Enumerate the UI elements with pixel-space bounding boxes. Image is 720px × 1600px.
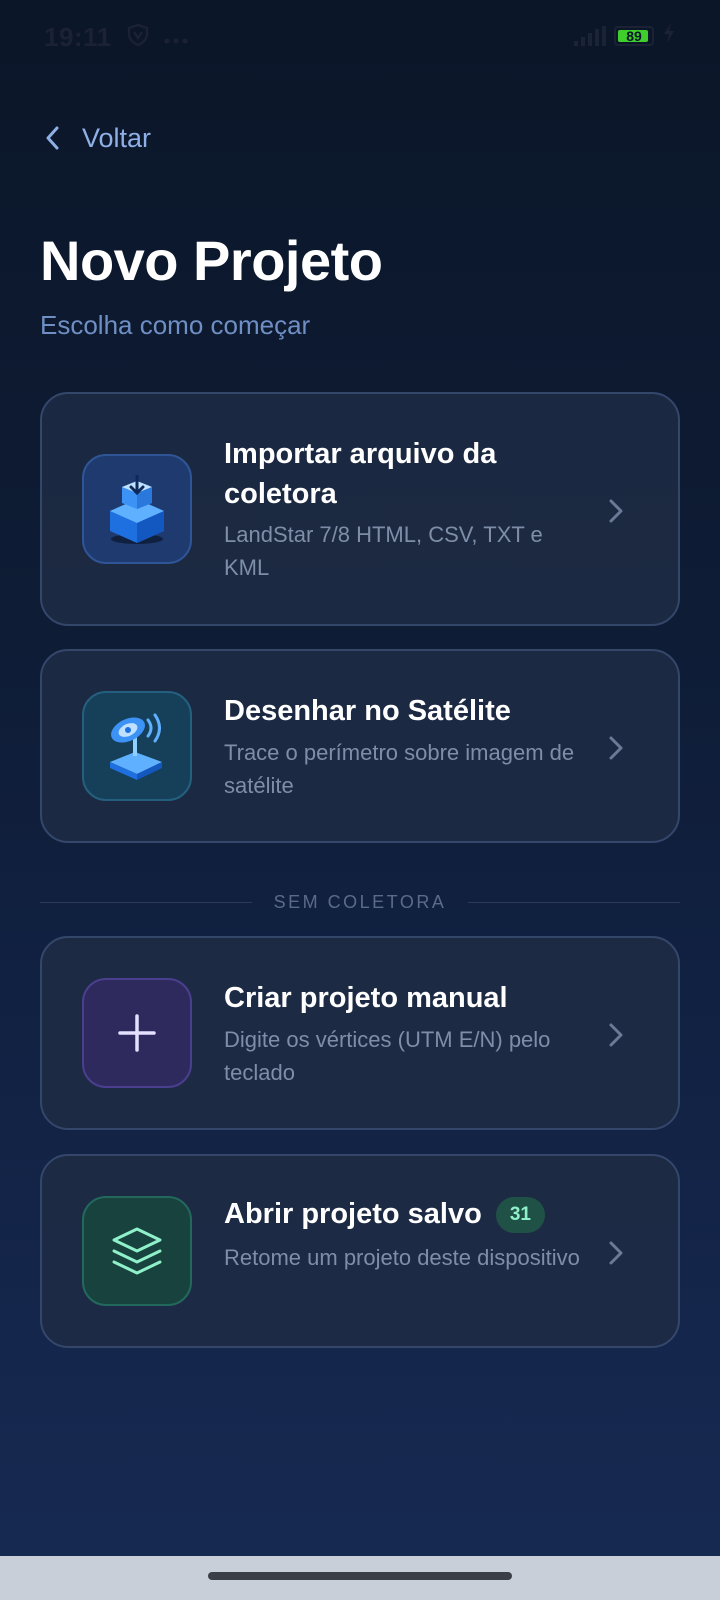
chevron-right-icon — [609, 1023, 623, 1047]
saved-count-badge: 31 — [495, 1197, 545, 1234]
satellite-card-description: Trace o perímetro sobre imagem de satéli… — [224, 740, 575, 798]
import-box-icon — [82, 454, 192, 564]
more-dots-icon — [164, 25, 188, 51]
manual-project-card[interactable]: Criar projeto manual Digite os vértices … — [40, 936, 680, 1130]
manual-card-description: Digite os vértices (UTM E/N) pelo teclad… — [224, 1027, 551, 1085]
back-button[interactable]: Voltar — [44, 122, 151, 154]
plus-icon — [82, 978, 192, 1088]
system-nav-bar — [0, 1556, 720, 1600]
back-label: Voltar — [82, 122, 152, 153]
saved-card-description: Retome um projeto deste dispositivo — [224, 1245, 580, 1270]
status-right: 89 — [574, 22, 676, 49]
chevron-right-icon — [609, 1241, 623, 1265]
status-left: 19:11 — [44, 22, 188, 53]
saved-card-title: Abrir projeto salvo — [224, 1198, 482, 1230]
import-card-description: LandStar 7/8 HTML, CSV, TXT e KML — [224, 522, 543, 580]
vpn-shield-icon — [126, 23, 150, 53]
status-bar: 19:11 89 — [0, 0, 720, 78]
signal-icon — [574, 25, 606, 46]
satellite-draw-card[interactable]: Desenhar no Satélite Trace o perímetro s… — [40, 649, 680, 843]
saved-project-card[interactable]: Abrir projeto salvo 31 Retome um projeto … — [40, 1154, 680, 1348]
battery-level: 89 — [626, 27, 642, 44]
page-subtitle: Escolha como começar — [40, 310, 311, 340]
import-file-card[interactable]: Importar arquivo da coletora LandStar 7/… — [40, 392, 680, 626]
battery-icon: 89 — [614, 25, 654, 46]
charging-bolt-icon — [662, 22, 676, 49]
saved-card-title-row: Abrir projeto salvo 31 — [224, 1194, 584, 1234]
satellite-dish-icon — [82, 691, 192, 801]
chevron-left-icon — [44, 122, 66, 154]
satellite-card-title: Desenhar no Satélite — [224, 695, 511, 727]
manual-card-title: Criar projeto manual — [224, 982, 508, 1014]
chevron-right-icon — [609, 499, 623, 523]
divider-label: SEM COLETORA — [273, 891, 447, 912]
home-gesture-handle[interactable] — [208, 1572, 512, 1580]
page-title: Novo Projeto — [40, 229, 383, 292]
chevron-right-icon — [609, 736, 623, 760]
status-time: 19:11 — [44, 22, 112, 52]
section-divider: SEM COLETORA — [40, 887, 681, 917]
layers-icon — [82, 1196, 192, 1306]
import-card-title: Importar arquivo da coletora — [224, 438, 497, 510]
